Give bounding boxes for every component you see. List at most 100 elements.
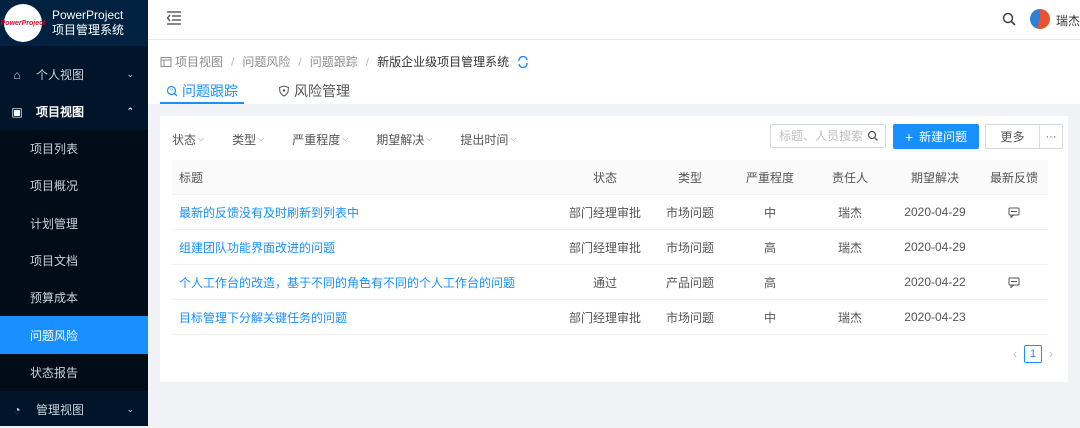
tab-risk-management[interactable]: 风险管理: [272, 78, 356, 104]
home-icon: ⌂: [13, 67, 21, 82]
filter-type[interactable]: 类型 ⌵: [232, 128, 264, 150]
comment-icon[interactable]: [1008, 277, 1020, 289]
new-issue-button[interactable]: + 新建问题: [893, 124, 979, 149]
issue-status: 通过: [592, 275, 617, 290]
breadcrumb-separator: /: [231, 54, 235, 69]
page-header: 项目视图 / 问题风险 / 问题跟踪 / 新版企业级项目管理系统 ? 问题跟踪: [148, 40, 1080, 104]
next-page-icon[interactable]: ›: [1044, 347, 1058, 361]
sidebar-item-status-report[interactable]: 状态报告: [0, 354, 148, 391]
user-name[interactable]: 瑞杰: [1056, 12, 1080, 29]
feedback-cell: [980, 205, 1048, 219]
page-number-current[interactable]: 1: [1024, 345, 1042, 363]
brand-title-line2: 项目管理系统: [52, 23, 125, 37]
project-submenu: 项目列表 项目概况 计划管理 项目文档 预算成本 问题风险 状态报告: [0, 130, 148, 392]
table-row[interactable]: 个人工作台的改造，基于不同的角色有不同的个人工作台的问题 通过 产品问题 高 2…: [172, 265, 1048, 300]
search-icon[interactable]: [1001, 11, 1017, 27]
table-header: 标题 状态 类型 严重程度 责任人 期望解决 最新反馈: [172, 160, 1048, 195]
issue-type: 市场问题: [665, 310, 714, 325]
avatar[interactable]: [1030, 9, 1050, 29]
sidebar-item-budget[interactable]: 预算成本: [0, 279, 148, 316]
column-header-owner[interactable]: 责任人: [810, 169, 890, 186]
issue-severity: 中: [763, 205, 776, 220]
tab-issue-tracking[interactable]: ? 问题跟踪: [160, 78, 244, 104]
sidebar-item-label: 计划管理: [30, 216, 79, 231]
sidebar-item-issues-risks[interactable]: 问题风险: [0, 316, 148, 354]
issue-title-link[interactable]: 个人工作台的改造，基于不同的角色有不同的个人工作台的问题: [172, 274, 560, 291]
pagination: ‹ 1 ›: [1008, 345, 1058, 363]
project-icon: [160, 56, 172, 67]
table-row[interactable]: 目标管理下分解关键任务的问题 部门经理审批 市场问题 中 瑞杰 2020-04-…: [172, 300, 1048, 335]
column-header-due[interactable]: 期望解决: [890, 169, 980, 186]
breadcrumb-separator: /: [298, 54, 302, 69]
issue-due-date: 2020-04-22: [904, 275, 966, 289]
table-row[interactable]: 组建团队功能界面改进的问题 部门经理审批 市场问题 高 瑞杰 2020-04-2…: [172, 230, 1048, 265]
issue-owner: 瑞杰: [837, 205, 862, 220]
sidebar-item-label: 项目文档: [30, 254, 79, 269]
issue-status: 部门经理审批: [568, 240, 641, 255]
filter-label: 状态: [172, 132, 197, 147]
prev-page-icon[interactable]: ‹: [1008, 347, 1022, 361]
issue-status: 部门经理审批: [568, 205, 641, 220]
breadcrumb-current: 新版企业级项目管理系统: [377, 55, 510, 69]
plus-icon: +: [904, 128, 914, 145]
feedback-cell: [980, 275, 1048, 289]
svg-text:?: ?: [170, 89, 173, 95]
menu-group-management[interactable]: ◔ 管理视图 ⌄: [0, 391, 148, 428]
column-header-status[interactable]: 状态: [560, 169, 650, 186]
issue-severity: 中: [763, 310, 776, 325]
issues-table: 标题 状态 类型 严重程度 责任人 期望解决 最新反馈 最新的反馈没有及时刷新到…: [172, 160, 1048, 335]
filter-status[interactable]: 状态 ⌵: [172, 128, 204, 150]
issue-severity: 高: [763, 275, 776, 290]
menu-group-project[interactable]: ▣ 项目视图 ⌃: [0, 93, 148, 130]
filter-expected-resolution[interactable]: 期望解决 ⌵: [376, 128, 432, 150]
issue-owner: 瑞杰: [837, 240, 862, 255]
sidebar-item-label: 项目概况: [30, 179, 79, 194]
issues-card: 状态⌵ 类型⌵ 严重程度⌵ 期望解决⌵ 提出时间⌵ + 新建问题 更多 ··· …: [160, 116, 1068, 382]
chevron-down-icon: ⌵: [198, 134, 205, 143]
table-row[interactable]: 最新的反馈没有及时刷新到列表中 部门经理审批 市场问题 中 瑞杰 2020-04…: [172, 195, 1048, 230]
sidebar-item-project-list[interactable]: 项目列表: [0, 130, 148, 167]
comment-icon[interactable]: [1008, 207, 1020, 219]
menu-group-label: 个人视图: [36, 68, 85, 82]
breadcrumb-item[interactable]: 项目视图: [175, 53, 223, 70]
switch-project-icon[interactable]: [517, 55, 529, 68]
top-bar: 瑞杰: [148, 0, 1080, 40]
shield-icon: [278, 85, 290, 97]
column-header-feedback[interactable]: 最新反馈: [980, 169, 1048, 186]
brand-badge: PowerProject: [1, 4, 45, 42]
issue-title-link[interactable]: 目标管理下分解关键任务的问题: [172, 309, 560, 326]
column-header-severity[interactable]: 严重程度: [730, 169, 810, 186]
menu-fold-icon[interactable]: [166, 10, 182, 26]
chevron-up-icon: ⌃: [126, 106, 134, 116]
search-input[interactable]: [771, 125, 863, 147]
search-icon[interactable]: [867, 130, 879, 142]
menu-group-personal[interactable]: ⌂ 个人视图 ⌄: [0, 56, 148, 93]
sidebar-item-plan[interactable]: 计划管理: [0, 205, 148, 242]
sidebar: PowerProject PowerProject 项目管理系统 ⌂ 个人视图 …: [0, 0, 148, 426]
issue-title-link[interactable]: 最新的反馈没有及时刷新到列表中: [172, 204, 560, 221]
chevron-down-icon: ⌵: [342, 134, 349, 143]
filter-severity[interactable]: 严重程度 ⌵: [292, 128, 348, 150]
filter-submitted-time[interactable]: 提出时间 ⌵: [460, 128, 516, 150]
issue-title-link[interactable]: 组建团队功能界面改进的问题: [172, 239, 560, 256]
breadcrumb-item[interactable]: 问题跟踪: [310, 53, 358, 70]
filter-label: 提出时间: [460, 132, 509, 147]
breadcrumb-separator: /: [365, 54, 370, 69]
brand-logo[interactable]: PowerProject PowerProject 项目管理系统: [0, 0, 148, 46]
column-header-title[interactable]: 标题: [172, 169, 560, 186]
issue-severity: 高: [763, 240, 776, 255]
issue-type: 市场问题: [665, 205, 714, 220]
content-area: 项目视图 / 问题风险 / 问题跟踪 / 新版企业级项目管理系统 ? 问题跟踪: [148, 40, 1080, 426]
sidebar-item-label: 问题风险: [30, 328, 79, 343]
chevron-down-icon: ⌵: [258, 134, 265, 143]
more-button[interactable]: 更多: [985, 124, 1039, 149]
brand-title: PowerProject 项目管理系统: [52, 8, 124, 38]
sidebar-item-documents[interactable]: 项目文档: [0, 242, 148, 279]
breadcrumb-item[interactable]: 问题风险: [242, 53, 290, 70]
breadcrumb: 项目视图 / 问题风险 / 问题跟踪 / 新版企业级项目管理系统: [160, 53, 529, 70]
column-header-type[interactable]: 类型: [650, 169, 730, 186]
new-issue-label: 新建问题: [919, 130, 968, 144]
project-icon: ▣: [11, 104, 23, 119]
more-options-icon[interactable]: ···: [1039, 124, 1063, 149]
sidebar-item-project-overview[interactable]: 项目概况: [0, 167, 148, 204]
